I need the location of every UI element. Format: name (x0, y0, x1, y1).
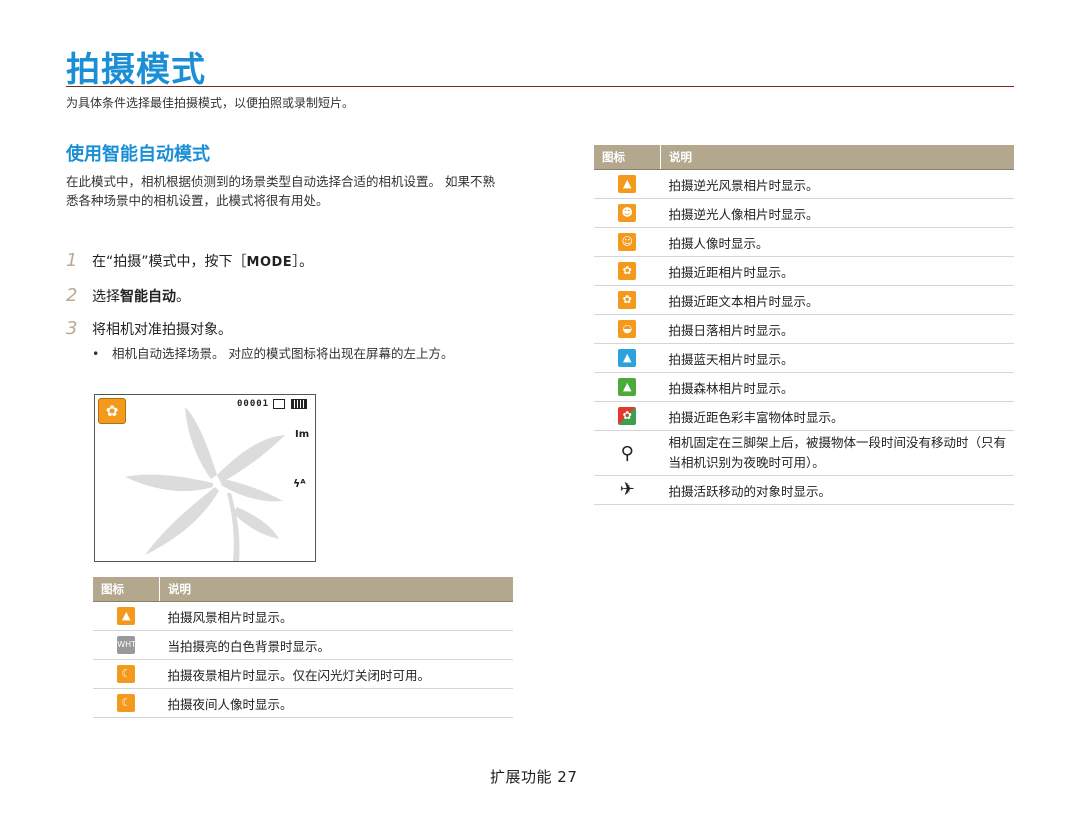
step-text: 将相机对准拍摄对象。 (92, 322, 232, 338)
white-background-icon: WHT (117, 636, 136, 654)
table-row: ☺ 拍摄人像时显示。 (594, 227, 1014, 257)
header-description: 说明 (159, 577, 513, 602)
macro-color-icon: ✿ (618, 407, 637, 425)
night-portrait-icon: ☾ (117, 694, 136, 712)
portrait-icon: ☺ (618, 233, 637, 251)
row-description: 拍摄逆光人像相片时显示。 (660, 198, 1014, 228)
bullet-note: • 相机自动选择场景。 对应的模式图标将出现在屏幕的左上方。 (92, 344, 502, 363)
footer-section-label: 扩展功能 (490, 768, 553, 786)
section-title: 使用智能自动模式 (66, 144, 210, 165)
row-description: 拍摄日落相片时显示。 (660, 314, 1014, 344)
blue-sky-icon: ▲ (618, 349, 637, 367)
macro-text-icon: ✿ (618, 291, 637, 309)
row-description: 拍摄活跃移动的对象时显示。 (660, 475, 1014, 505)
page-intro: 为具体条件选择最佳拍摄模式，以便拍照或录制短片。 (66, 96, 355, 110)
tripod-icon: ⚲ (620, 442, 634, 464)
row-description: 拍摄夜间人像时显示。 (159, 688, 513, 718)
row-description: 拍摄蓝天相片时显示。 (660, 343, 1014, 373)
bullet-dot: • (92, 346, 100, 361)
row-description: 拍摄近距色彩丰富物体时显示。 (660, 401, 1014, 431)
page-footer: 扩展功能 27 (490, 766, 577, 787)
row-description: 拍摄近距相片时显示。 (660, 256, 1014, 286)
smart-auto-label: 智能自动 (120, 289, 176, 305)
step-text-end: 。 (176, 289, 190, 305)
step-number: 3 (66, 318, 78, 339)
table-row: WHT 当拍摄亮的白色背景时显示。 (93, 630, 513, 660)
step-3: 3 将相机对准拍摄对象。 (66, 318, 232, 339)
battery-icon (291, 399, 307, 409)
backlit-portrait-icon: ☻ (618, 204, 637, 222)
row-description: 拍摄风景相片时显示。 (159, 601, 513, 631)
step-text: 在“拍摄”模式中，按下［ (92, 254, 247, 270)
row-description: 拍摄近距文本相片时显示。 (660, 285, 1014, 315)
row-description: 拍摄人像时显示。 (660, 227, 1014, 257)
table-row: ✿ 拍摄近距相片时显示。 (594, 256, 1014, 286)
table-row: ▲ 拍摄风景相片时显示。 (93, 601, 513, 631)
forest-icon: ▲ (618, 378, 637, 396)
sunset-icon: ◒ (618, 320, 637, 338)
row-description: 拍摄夜景相片时显示。仅在闪光灯关闭时可用。 (159, 659, 513, 689)
page-title: 拍摄模式 (66, 50, 206, 90)
image-size-icon: Im (295, 429, 310, 440)
landscape-icon: ▲ (117, 607, 136, 625)
night-icon: ☾ (117, 665, 136, 683)
row-description: 拍摄森林相片时显示。 (660, 372, 1014, 402)
table-row: ☾ 拍摄夜间人像时显示。 (93, 688, 513, 718)
step-1: 1 在“拍摄”模式中，按下［MODE］。 (66, 250, 313, 271)
row-description: 拍摄逆光风景相片时显示。 (660, 169, 1014, 199)
scene-icon-table-left: 图标 说明 ▲ 拍摄风景相片时显示。 WHT 当拍摄亮的白色背景时显示。 ☾ 拍… (93, 577, 513, 718)
table-row: ✿ 拍摄近距色彩丰富物体时显示。 (594, 401, 1014, 431)
flower-subject-image (125, 407, 285, 561)
table-row: ▲ 拍摄蓝天相片时显示。 (594, 343, 1014, 373)
backlit-landscape-icon: ▲ (618, 175, 637, 193)
action-icon: ✈ (619, 479, 635, 500)
bullet-text: 相机自动选择场景。 对应的模式图标将出现在屏幕的左上方。 (112, 346, 454, 361)
table-row: ✈ 拍摄活跃移动的对象时显示。 (594, 475, 1014, 505)
step-number: 1 (66, 250, 78, 271)
table-row: ▲ 拍摄森林相片时显示。 (594, 372, 1014, 402)
table-row: ☻ 拍摄逆光人像相片时显示。 (594, 198, 1014, 228)
memory-card-icon (273, 399, 285, 409)
table-row: ☾ 拍摄夜景相片时显示。仅在闪光灯关闭时可用。 (93, 659, 513, 689)
row-description: 当拍摄亮的白色背景时显示。 (159, 630, 513, 660)
shot-counter: 00001 (237, 399, 270, 409)
table-row: ▲ 拍摄逆光风景相片时显示。 (594, 169, 1014, 199)
page-number: 27 (557, 768, 578, 786)
mode-key-label: MODE (246, 255, 293, 270)
header-icon: 图标 (594, 145, 661, 170)
header-icon: 图标 (93, 577, 160, 602)
macro-icon: ✿ (618, 262, 637, 280)
scene-icon-table-right: 图标 说明 ▲ 拍摄逆光风景相片时显示。 ☻ 拍摄逆光人像相片时显示。 ☺ 拍摄… (594, 145, 1014, 505)
title-divider (66, 86, 1014, 87)
table-row: ✿ 拍摄近距文本相片时显示。 (594, 285, 1014, 315)
table-row: ◒ 拍摄日落相片时显示。 (594, 314, 1014, 344)
section-body: 在此模式中，相机根据侦测到的场景类型自动选择合适的相机设置。 如果不熟悉各种场景… (66, 174, 495, 208)
row-description: 相机固定在三脚架上后，被摄物体一段时间没有移动时（只有当相机识别为夜晚时可用）。 (660, 430, 1014, 476)
header-description: 说明 (660, 145, 1014, 170)
step-2: 2 选择智能自动。 (66, 285, 190, 306)
step-number: 2 (66, 285, 78, 306)
flash-auto-icon: ϟᴬ (293, 477, 306, 490)
camera-screen-preview: ✿ 00001 Im ϟᴬ (94, 394, 316, 562)
step-text-end: ］。 (292, 254, 314, 270)
flower-macro-icon: ✿ (98, 398, 126, 424)
step-text: 选择 (92, 289, 120, 305)
table-row: ⚲ 相机固定在三脚架上后，被摄物体一段时间没有移动时（只有当相机识别为夜晚时可用… (594, 430, 1014, 476)
